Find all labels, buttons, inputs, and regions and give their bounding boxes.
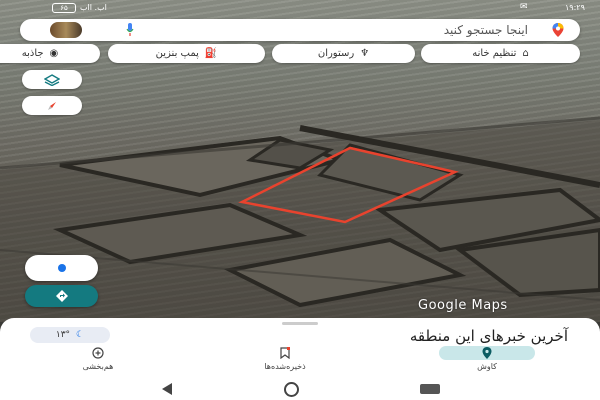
chip-label: تنظیم خانه bbox=[472, 48, 517, 59]
back-icon[interactable] bbox=[160, 382, 174, 396]
chip-set-home[interactable]: ⌂ تنظیم خانه bbox=[421, 44, 580, 63]
layers-icon bbox=[44, 73, 60, 86]
moon-icon: ☾ bbox=[76, 330, 85, 340]
sheet-handle[interactable] bbox=[282, 322, 318, 325]
chip-restaurant[interactable]: ♆ رستوران bbox=[272, 44, 415, 63]
tab-label: هم‌بخشی bbox=[82, 362, 114, 371]
fork-knife-icon: ♆ bbox=[360, 48, 370, 59]
my-location-button[interactable] bbox=[25, 255, 98, 281]
map-watermark: Google Maps bbox=[418, 298, 508, 313]
avatar[interactable] bbox=[50, 22, 82, 38]
camera-icon: ◉ bbox=[49, 48, 59, 59]
chip-attractions[interactable]: ◉ جاذبه bbox=[0, 44, 100, 63]
directions-icon bbox=[55, 290, 68, 302]
contribute-icon bbox=[92, 347, 104, 359]
battery-indicator: ۶۵ bbox=[52, 3, 76, 13]
chip-label: رستوران bbox=[317, 48, 355, 59]
system-nav-bar bbox=[0, 378, 600, 400]
layers-button[interactable] bbox=[22, 70, 82, 89]
tab-saved[interactable]: ذخیره‌شده‌ها bbox=[235, 346, 335, 371]
tab-label: کاوش bbox=[477, 362, 497, 371]
home-icon: ⌂ bbox=[522, 48, 529, 59]
search-bar[interactable]: اینجا جستجو کنید bbox=[20, 19, 580, 41]
maps-pin-icon bbox=[552, 23, 564, 37]
weather-temp: ۱۳° bbox=[55, 330, 71, 340]
chip-gas-station[interactable]: ⛽ پمپ بنزین bbox=[108, 44, 265, 63]
explore-pin-icon bbox=[482, 347, 492, 359]
status-bar: ۶۵ اب. ااب ✉ ۱۹:۲۹ bbox=[0, 0, 600, 16]
compass-button[interactable] bbox=[22, 96, 82, 115]
sheet-headline: آخرین خبرهای این منطقه bbox=[409, 327, 568, 345]
weather-badge[interactable]: ۱۳° ☾ bbox=[30, 327, 110, 343]
directions-button[interactable] bbox=[25, 285, 98, 307]
tab-contribute[interactable]: هم‌بخشی bbox=[48, 346, 148, 371]
bookmark-icon bbox=[280, 347, 290, 359]
compass-icon bbox=[48, 101, 56, 110]
signal-indicator: اب. ااب bbox=[80, 3, 107, 12]
search-input[interactable]: اینجا جستجو کنید bbox=[444, 23, 528, 37]
tab-explore[interactable]: کاوش bbox=[437, 346, 537, 371]
gas-pump-icon: ⛽ bbox=[204, 48, 218, 59]
notification-icon: ✉ bbox=[520, 2, 528, 12]
chip-label: جاذبه bbox=[21, 48, 44, 59]
tab-label: ذخیره‌شده‌ها bbox=[264, 362, 306, 371]
mic-icon[interactable] bbox=[126, 23, 134, 37]
home-nav-icon[interactable] bbox=[284, 382, 299, 397]
recents-icon[interactable] bbox=[420, 384, 440, 394]
my-location-icon bbox=[57, 264, 66, 272]
status-time: ۱۹:۲۹ bbox=[565, 3, 585, 12]
chip-label: پمپ بنزین bbox=[155, 48, 199, 59]
